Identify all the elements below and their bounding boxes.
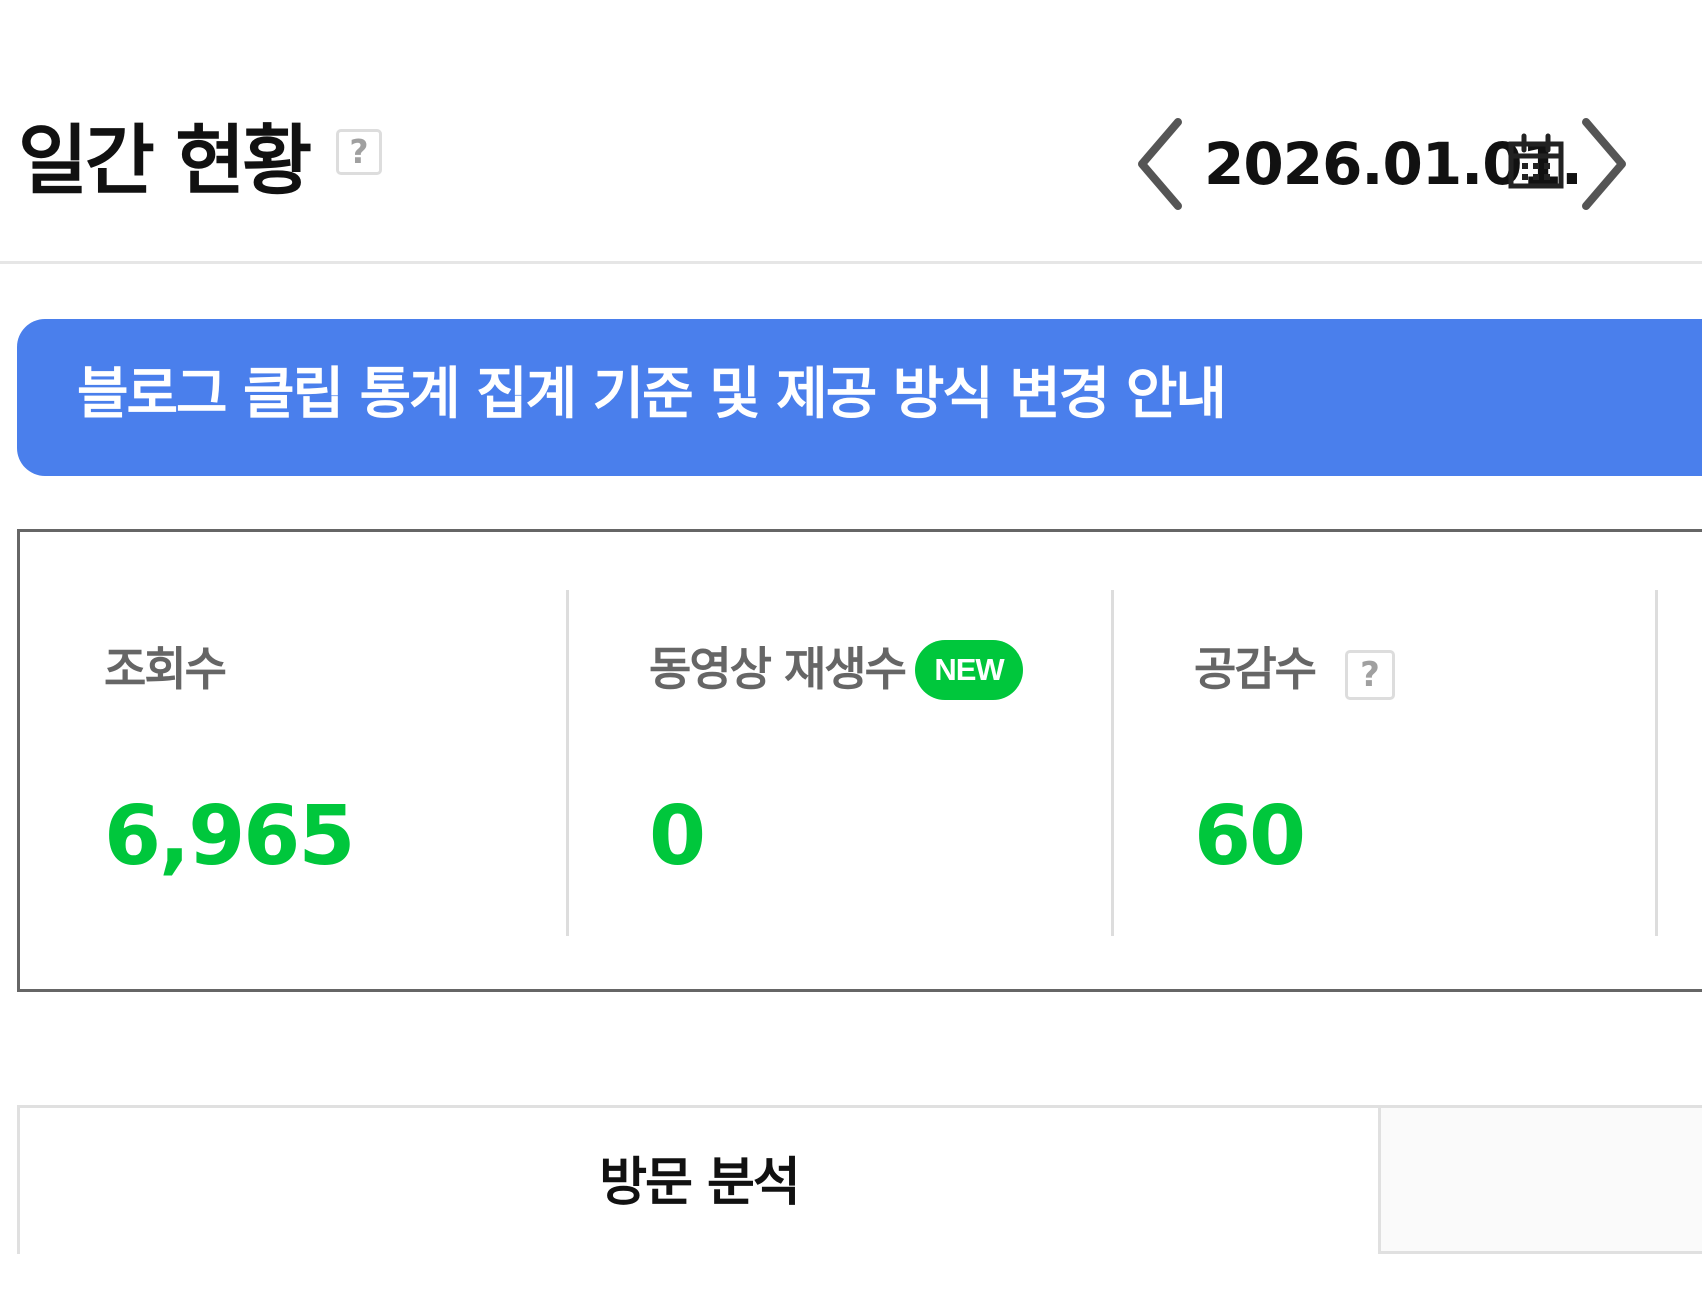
new-badge: NEW: [915, 640, 1023, 700]
tab-unlabeled[interactable]: [1378, 1108, 1702, 1254]
daily-stats-panel: 조회수 6,965 동영상 재생수 NEW 0 공감수 ? 60: [17, 529, 1702, 992]
question-mark-icon[interactable]: ?: [336, 129, 382, 175]
previous-date-button[interactable]: [1128, 112, 1192, 224]
stat-value: 0: [649, 789, 706, 884]
next-date-button[interactable]: [1572, 112, 1636, 224]
calendar-icon: [1508, 133, 1564, 189]
likes-stat-card: 공감수 ? 60: [1110, 532, 1655, 989]
stat-label: 조회수: [104, 642, 227, 696]
calendar-button[interactable]: [1507, 126, 1565, 198]
stat-label: 공감수: [1194, 642, 1317, 696]
stat-label: 동영상 재생수: [649, 642, 907, 696]
analysis-tabs: 방문 분석: [17, 1105, 1702, 1254]
daily-status-header: 일간 현황 ? 2026.01.01.: [0, 0, 1702, 264]
chevron-right-icon: [1582, 118, 1626, 210]
date-navigation: 2026.01.01.: [1128, 112, 1638, 224]
question-mark-icon[interactable]: ?: [1345, 650, 1395, 700]
views-stat-card: 조회수 6,965: [20, 532, 565, 989]
chevron-left-icon: [1138, 118, 1182, 210]
stat-divider: [1655, 590, 1658, 936]
stat-value: 6,965: [104, 789, 355, 884]
notice-text: 블로그 클립 통계 집계 기준 및 제공 방식 변경 안내: [77, 362, 1227, 427]
notice-banner[interactable]: 블로그 클립 통계 집계 기준 및 제공 방식 변경 안내: [17, 319, 1702, 476]
stat-value: 60: [1194, 789, 1306, 884]
tab-visit-analysis[interactable]: 방문 분석: [20, 1108, 1378, 1254]
page-title: 일간 현황: [18, 116, 312, 205]
video-plays-stat-card: 동영상 재생수 NEW 0: [565, 532, 1110, 989]
tab-label: 방문 분석: [599, 1153, 800, 1213]
